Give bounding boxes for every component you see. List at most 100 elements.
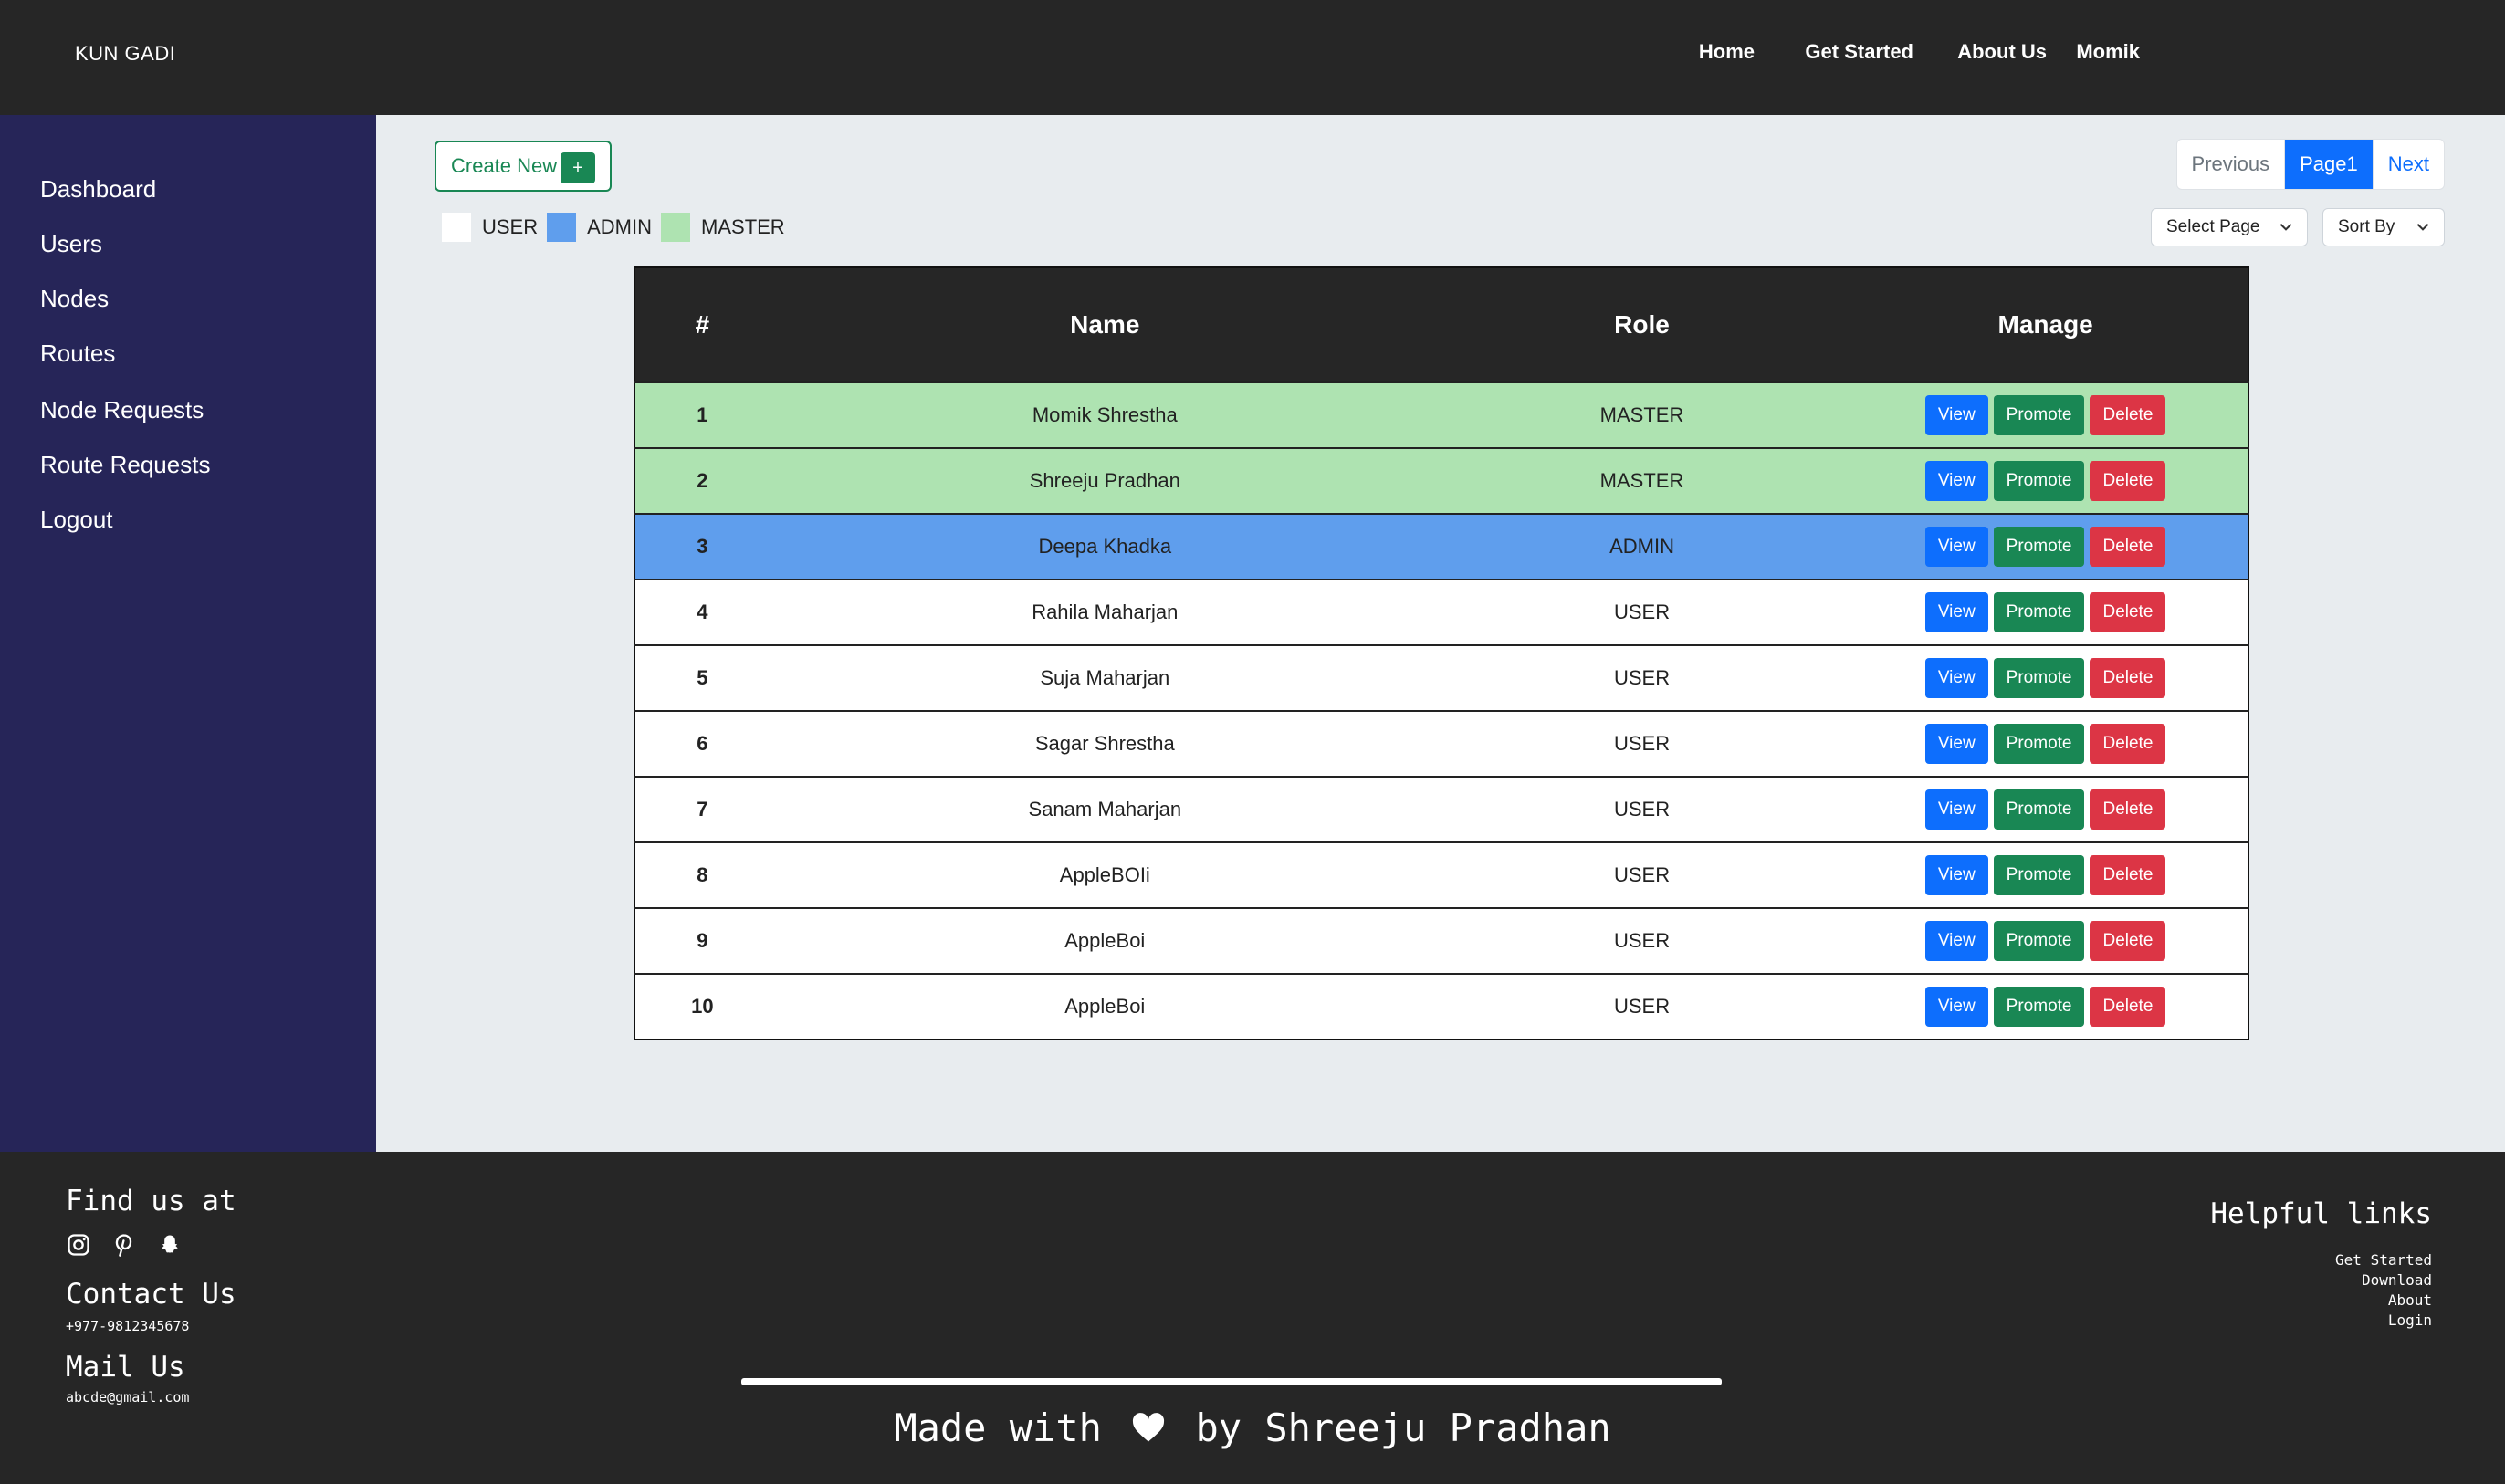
row-name: Shreeju Pradhan bbox=[1029, 469, 1180, 492]
table-row: 7 Sanam Maharjan USER View Promote Delete bbox=[634, 777, 2248, 842]
footer-link-about[interactable]: About bbox=[2335, 1291, 2432, 1311]
row-manage: View Promote Delete bbox=[1843, 974, 2248, 1040]
legend-swatch-user bbox=[442, 213, 471, 242]
manage-actions: View Promote Delete bbox=[1924, 724, 2166, 764]
header-number: # bbox=[695, 310, 710, 339]
view-button[interactable]: View bbox=[1924, 658, 1988, 698]
pinterest-icon[interactable] bbox=[111, 1232, 137, 1258]
row-role: USER bbox=[1613, 863, 1671, 886]
row-name: Sanam Maharjan bbox=[1028, 798, 1182, 820]
create-new-button[interactable]: Create New + bbox=[435, 141, 612, 192]
row-name: Momik Shrestha bbox=[1032, 403, 1178, 426]
table-body: 1 Momik Shrestha MASTER View Promote Delete 2 S… bbox=[634, 382, 2248, 1040]
view-button[interactable]: View bbox=[1924, 592, 1988, 632]
view-button[interactable]: View bbox=[1924, 987, 1988, 1027]
heart-icon bbox=[1133, 1413, 1165, 1442]
select-page-dropdown[interactable]: Select Page bbox=[2151, 208, 2308, 246]
table-row: 3 Deepa Khadka ADMIN View Promote Delete bbox=[634, 514, 2248, 580]
footer-link-download[interactable]: Download bbox=[2335, 1270, 2432, 1291]
sidebar-item-logout[interactable]: Logout bbox=[40, 506, 113, 534]
nav-link-home[interactable]: Home bbox=[1699, 40, 1755, 64]
promote-button[interactable]: Promote bbox=[1993, 987, 2085, 1027]
delete-button[interactable]: Delete bbox=[2090, 724, 2166, 764]
sort-by-dropdown[interactable]: Sort By bbox=[2322, 208, 2445, 246]
promote-button[interactable]: Promote bbox=[1993, 527, 2085, 567]
row-number: 9 bbox=[697, 929, 708, 952]
made-with-credit: Made with by Shreeju Pradhan bbox=[0, 1406, 2505, 1450]
row-role: USER bbox=[1613, 601, 1671, 623]
pagination-current-page[interactable]: Page1 bbox=[2285, 140, 2373, 189]
promote-button[interactable]: Promote bbox=[1993, 592, 2085, 632]
delete-button[interactable]: Delete bbox=[2090, 987, 2166, 1027]
manage-actions: View Promote Delete bbox=[1924, 855, 2166, 895]
legend-label-master: MASTER bbox=[701, 215, 785, 238]
mail-address[interactable]: abcde@gmail.com bbox=[66, 1389, 189, 1406]
row-name: AppleBoi bbox=[1064, 995, 1146, 1018]
sidebar-item-users[interactable]: Users bbox=[40, 230, 102, 258]
nav-link-get-started[interactable]: Get Started bbox=[1805, 40, 1913, 64]
instagram-icon[interactable] bbox=[66, 1232, 91, 1258]
table-row: 1 Momik Shrestha MASTER View Promote Delete bbox=[634, 382, 2248, 448]
chevron-down-icon bbox=[2280, 224, 2292, 231]
sidebar-item-routes[interactable]: Routes bbox=[40, 340, 115, 368]
table-row: 5 Suja Maharjan USER View Promote Delete bbox=[634, 645, 2248, 711]
pagination-next[interactable]: Next bbox=[2372, 140, 2444, 189]
pagination-previous[interactable]: Previous bbox=[2177, 140, 2286, 189]
manage-actions: View Promote Delete bbox=[1924, 592, 2166, 632]
create-new-label: Create New bbox=[451, 154, 558, 177]
view-button[interactable]: View bbox=[1924, 527, 1988, 567]
row-role: USER bbox=[1613, 732, 1671, 755]
promote-button[interactable]: Promote bbox=[1993, 395, 2085, 435]
delete-button[interactable]: Delete bbox=[2090, 789, 2166, 830]
view-button[interactable]: View bbox=[1924, 395, 1988, 435]
promote-button[interactable]: Promote bbox=[1993, 461, 2085, 501]
row-name: Rahila Maharjan bbox=[1032, 601, 1179, 623]
nav-link-user[interactable]: Momik bbox=[2076, 40, 2140, 64]
footer-link-get-started[interactable]: Get Started bbox=[2335, 1250, 2432, 1270]
manage-actions: View Promote Delete bbox=[1924, 921, 2166, 961]
legend-label-user: USER bbox=[482, 215, 539, 238]
sidebar-item-route-requests[interactable]: Route Requests bbox=[40, 451, 210, 479]
sidebar-item-dashboard[interactable]: Dashboard bbox=[40, 175, 156, 204]
row-manage: View Promote Delete bbox=[1843, 908, 2248, 974]
promote-button[interactable]: Promote bbox=[1993, 921, 2085, 961]
view-button[interactable]: View bbox=[1924, 921, 1988, 961]
manage-actions: View Promote Delete bbox=[1924, 658, 2166, 698]
view-button[interactable]: View bbox=[1924, 724, 1988, 764]
sidebar-item-nodes[interactable]: Nodes bbox=[40, 285, 109, 313]
role-legend: USER ADMIN MASTER bbox=[442, 212, 794, 243]
row-name: AppleBOIi bbox=[1059, 863, 1150, 886]
brand-logo[interactable]: KUN GADI bbox=[75, 42, 175, 66]
sidebar-item-node-requests[interactable]: Node Requests bbox=[40, 396, 204, 424]
table-row: 8 AppleBOIi USER View Promote Delete bbox=[634, 842, 2248, 908]
contact-phone: +977-9812345678 bbox=[66, 1318, 190, 1334]
promote-button[interactable]: Promote bbox=[1993, 855, 2085, 895]
row-number: 10 bbox=[691, 995, 714, 1018]
table-header-row: # Name Role Manage bbox=[634, 267, 2248, 382]
view-button[interactable]: View bbox=[1924, 461, 1988, 501]
delete-button[interactable]: Delete bbox=[2090, 855, 2166, 895]
row-number: 5 bbox=[697, 666, 708, 689]
snapchat-icon[interactable] bbox=[157, 1232, 183, 1258]
delete-button[interactable]: Delete bbox=[2090, 395, 2166, 435]
promote-button[interactable]: Promote bbox=[1993, 658, 2085, 698]
delete-button[interactable]: Delete bbox=[2090, 592, 2166, 632]
delete-button[interactable]: Delete bbox=[2090, 527, 2166, 567]
row-manage: View Promote Delete bbox=[1843, 777, 2248, 842]
row-number: 3 bbox=[697, 535, 708, 558]
row-number: 2 bbox=[697, 469, 708, 492]
helpful-links-heading: Helpful links bbox=[2210, 1197, 2432, 1230]
delete-button[interactable]: Delete bbox=[2090, 921, 2166, 961]
nav-link-about-us[interactable]: About Us bbox=[1957, 40, 2047, 64]
footer-divider bbox=[741, 1378, 1722, 1385]
mail-us-heading: Mail Us bbox=[66, 1351, 185, 1384]
promote-button[interactable]: Promote bbox=[1993, 789, 2085, 830]
promote-button[interactable]: Promote bbox=[1993, 724, 2085, 764]
delete-button[interactable]: Delete bbox=[2090, 461, 2166, 501]
manage-actions: View Promote Delete bbox=[1924, 461, 2166, 501]
view-button[interactable]: View bbox=[1924, 855, 1988, 895]
footer-link-login[interactable]: Login bbox=[2335, 1311, 2432, 1331]
find-us-heading: Find us at bbox=[66, 1185, 236, 1218]
view-button[interactable]: View bbox=[1924, 789, 1988, 830]
delete-button[interactable]: Delete bbox=[2090, 658, 2166, 698]
